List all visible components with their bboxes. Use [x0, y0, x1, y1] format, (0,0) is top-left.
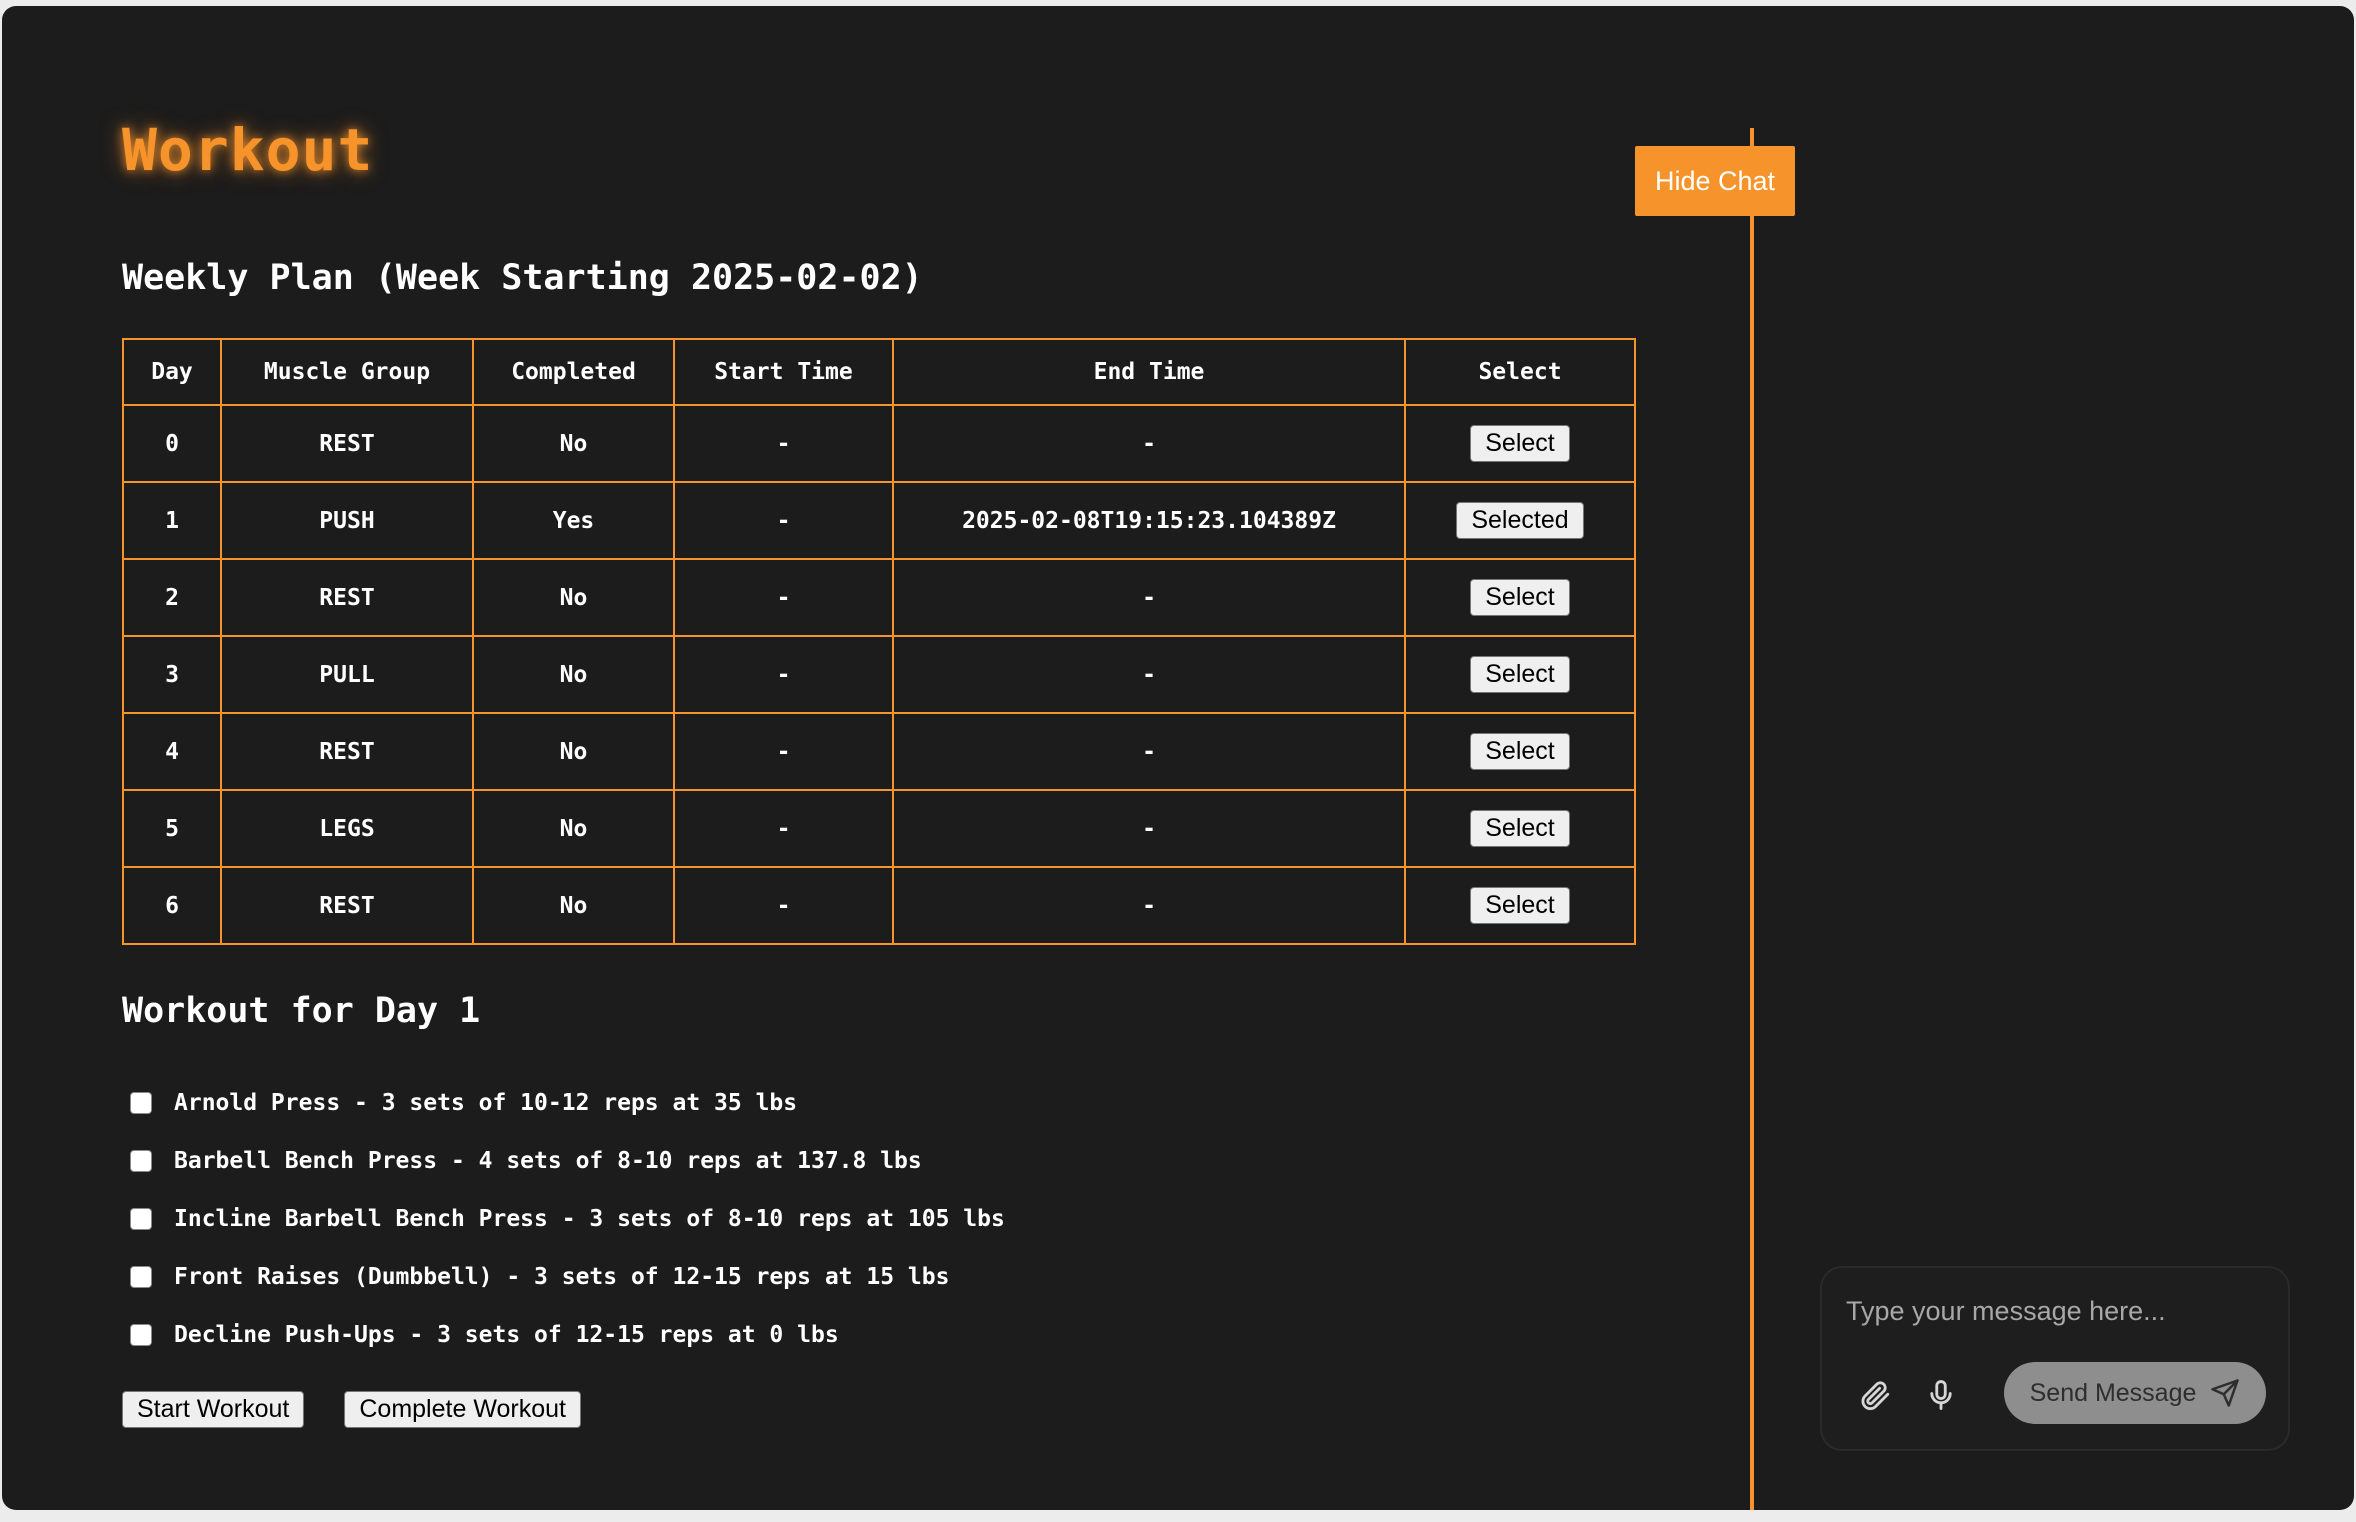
weekly-plan-table: Day Muscle Group Completed Start Time En… — [122, 338, 1636, 945]
cell-completed: No — [472, 712, 675, 791]
column-header-start-time: Start Time — [673, 338, 894, 406]
list-item: Decline Push-Ups - 3 sets of 12-15 reps … — [130, 1306, 1005, 1364]
select-day-3-button[interactable]: Select — [1470, 656, 1570, 693]
cell-select: Select — [1404, 712, 1636, 791]
cell-completed: No — [472, 404, 675, 483]
cell-end-time: - — [892, 404, 1406, 483]
app-window: Workout Weekly Plan (Week Starting 2025-… — [2, 6, 2354, 1510]
cell-select: Select — [1404, 635, 1636, 714]
cell-completed: No — [472, 866, 675, 945]
table-row: 4 REST No - - Select — [122, 712, 1636, 791]
cell-end-time: - — [892, 866, 1406, 945]
exercise-label: Front Raises (Dumbbell) - 3 sets of 12-1… — [174, 1264, 950, 1290]
select-day-1-button[interactable]: Selected — [1456, 502, 1584, 539]
cell-start-time: - — [673, 866, 894, 945]
column-header-select: Select — [1404, 338, 1636, 406]
cell-end-time: - — [892, 712, 1406, 791]
cell-muscle-group: REST — [220, 404, 474, 483]
cell-end-time: - — [892, 558, 1406, 637]
table-row: 0 REST No - - Select — [122, 404, 1636, 483]
send-message-label: Send Message — [2029, 1378, 2197, 1407]
cell-select: Select — [1404, 558, 1636, 637]
cell-end-time: - — [892, 635, 1406, 714]
column-header-day: Day — [122, 338, 222, 406]
select-day-4-button[interactable]: Select — [1470, 733, 1570, 770]
cell-select: Select — [1404, 404, 1636, 483]
start-workout-button[interactable]: Start Workout — [122, 1391, 305, 1428]
weekly-plan-title: Weekly Plan (Week Starting 2025-02-02) — [122, 258, 923, 298]
exercise-list: Arnold Press - 3 sets of 10-12 reps at 3… — [130, 1074, 1005, 1364]
exercise-label: Incline Barbell Bench Press - 3 sets of … — [174, 1206, 1005, 1232]
cell-muscle-group: PUSH — [220, 481, 474, 560]
cell-start-time: - — [673, 558, 894, 637]
exercise-checkbox[interactable] — [130, 1266, 152, 1288]
select-day-2-button[interactable]: Select — [1470, 579, 1570, 616]
cell-start-time: - — [673, 712, 894, 791]
cell-select: Select — [1404, 789, 1636, 868]
cell-start-time: - — [673, 635, 894, 714]
table-row: 6 REST No - - Select — [122, 866, 1636, 945]
exercise-checkbox[interactable] — [130, 1150, 152, 1172]
cell-start-time: - — [673, 481, 894, 560]
exercise-label: Decline Push-Ups - 3 sets of 12-15 reps … — [174, 1322, 839, 1348]
cell-select: Selected — [1404, 481, 1636, 560]
chat-panel-divider[interactable] — [1750, 128, 1754, 1510]
complete-workout-button[interactable]: Complete Workout — [344, 1391, 581, 1428]
cell-select: Select — [1404, 866, 1636, 945]
exercise-label: Barbell Bench Press - 4 sets of 8-10 rep… — [174, 1148, 922, 1174]
cell-day: 3 — [122, 635, 222, 714]
table-row: 5 LEGS No - - Select — [122, 789, 1636, 868]
cell-day: 4 — [122, 712, 222, 791]
cell-completed: No — [472, 635, 675, 714]
cell-day: 2 — [122, 558, 222, 637]
select-day-6-button[interactable]: Select — [1470, 887, 1570, 924]
cell-end-time: 2025-02-08T19:15:23.104389Z — [892, 481, 1406, 560]
workout-panel: Workout Weekly Plan (Week Starting 2025-… — [122, 6, 1642, 1510]
table-row: 1 PUSH Yes - 2025-02-08T19:15:23.104389Z… — [122, 481, 1636, 560]
cell-completed: Yes — [472, 481, 675, 560]
table-row: 2 REST No - - Select — [122, 558, 1636, 637]
exercise-checkbox[interactable] — [130, 1324, 152, 1346]
chat-message-input[interactable] — [1844, 1290, 2268, 1332]
microphone-icon[interactable] — [1924, 1378, 1958, 1412]
send-message-button[interactable]: Send Message — [2004, 1362, 2266, 1424]
cell-muscle-group: REST — [220, 712, 474, 791]
exercise-checkbox[interactable] — [130, 1092, 152, 1114]
app-title: Workout — [122, 116, 374, 184]
cell-day: 0 — [122, 404, 222, 483]
cell-start-time: - — [673, 404, 894, 483]
paperclip-icon[interactable] — [1858, 1378, 1892, 1412]
chat-composer: Send Message — [1820, 1266, 2290, 1451]
cell-end-time: - — [892, 789, 1406, 868]
list-item: Incline Barbell Bench Press - 3 sets of … — [130, 1190, 1005, 1248]
cell-muscle-group: PULL — [220, 635, 474, 714]
list-item: Barbell Bench Press - 4 sets of 8-10 rep… — [130, 1132, 1005, 1190]
cell-completed: No — [472, 789, 675, 868]
column-header-completed: Completed — [472, 338, 675, 406]
cell-muscle-group: REST — [220, 866, 474, 945]
cell-muscle-group: LEGS — [220, 789, 474, 868]
day-workout-title: Workout for Day 1 — [122, 991, 481, 1031]
workout-actions: Start Workout Complete Workout — [122, 1391, 581, 1428]
paper-plane-icon — [2211, 1379, 2240, 1407]
table-row: 3 PULL No - - Select — [122, 635, 1636, 714]
column-header-end-time: End Time — [892, 338, 1406, 406]
cell-day: 5 — [122, 789, 222, 868]
cell-day: 6 — [122, 866, 222, 945]
exercise-label: Arnold Press - 3 sets of 10-12 reps at 3… — [174, 1090, 798, 1116]
select-day-5-button[interactable]: Select — [1470, 810, 1570, 847]
column-header-muscle-group: Muscle Group — [220, 338, 474, 406]
list-item: Arnold Press - 3 sets of 10-12 reps at 3… — [130, 1074, 1005, 1132]
select-day-0-button[interactable]: Select — [1470, 425, 1570, 462]
cell-muscle-group: REST — [220, 558, 474, 637]
table-header-row: Day Muscle Group Completed Start Time En… — [122, 338, 1636, 406]
list-item: Front Raises (Dumbbell) - 3 sets of 12-1… — [130, 1248, 1005, 1306]
cell-completed: No — [472, 558, 675, 637]
cell-start-time: - — [673, 789, 894, 868]
cell-day: 1 — [122, 481, 222, 560]
hide-chat-button[interactable]: Hide Chat — [1635, 146, 1795, 216]
exercise-checkbox[interactable] — [130, 1208, 152, 1230]
